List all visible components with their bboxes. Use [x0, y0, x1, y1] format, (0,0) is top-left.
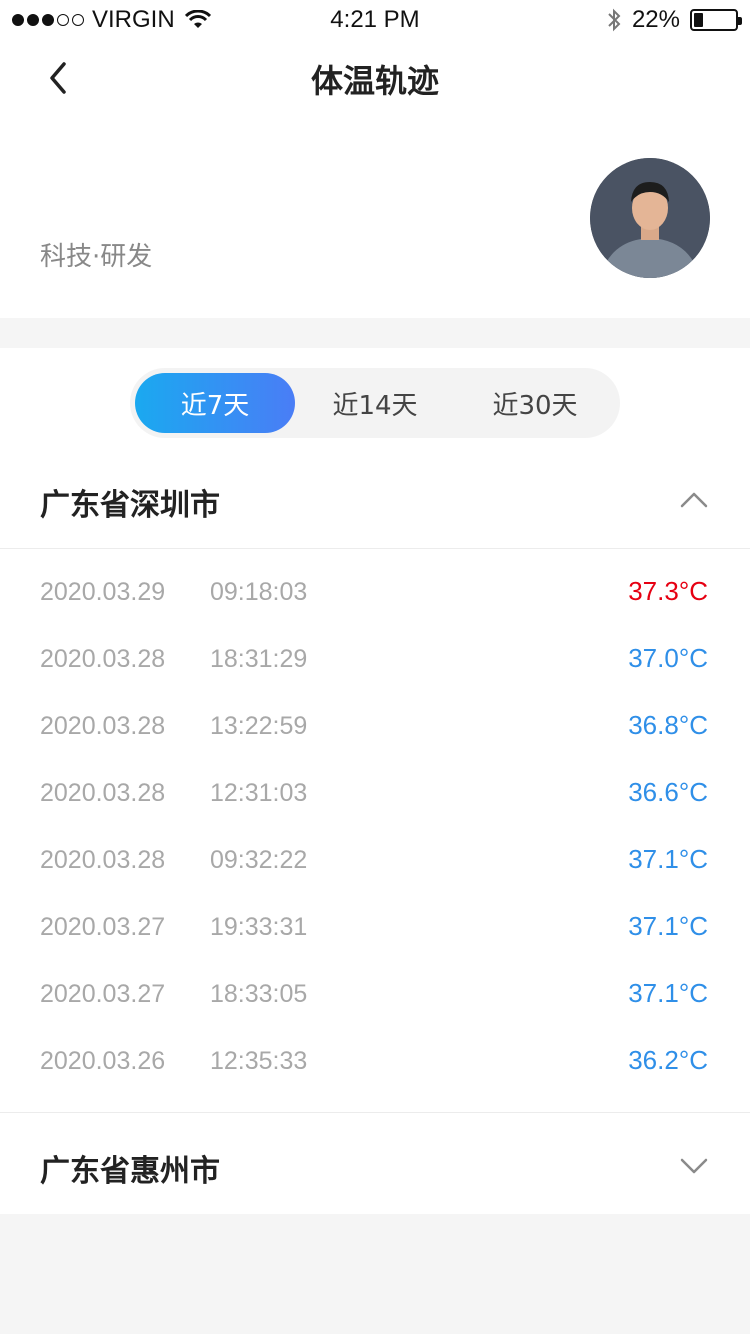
record-time: 13:22:59 — [210, 712, 308, 740]
group-title: 广东省深圳市 — [40, 488, 220, 523]
divider — [0, 1112, 750, 1113]
record-row: 2020.03.27 18:33:05 37.1°C — [0, 966, 750, 1032]
page-title: 体温轨迹 — [310, 62, 439, 100]
record-time: 12:35:33 — [210, 1047, 308, 1075]
record-date: 2020.03.28 — [40, 846, 166, 874]
tab-30-days[interactable]: 近30天 — [455, 373, 615, 433]
record-time: 12:31:03 — [210, 779, 308, 807]
group-title: 广东省惠州市 — [40, 1154, 220, 1189]
chevron-down-icon[interactable] — [674, 1146, 714, 1186]
record-date: 2020.03.28 — [40, 712, 166, 740]
record-row: 2020.03.28 09:32:22 37.1°C — [0, 832, 750, 898]
record-row: 2020.03.29 09:18:03 37.3°C — [0, 564, 750, 630]
tab-14-days[interactable]: 近14天 — [295, 373, 455, 433]
group-header-shenzhen[interactable]: 广东省深圳市 — [0, 454, 750, 544]
avatar-image — [590, 158, 710, 278]
avatar[interactable] — [590, 158, 710, 278]
record-time: 18:31:29 — [210, 645, 308, 673]
record-temp: 36.8°C — [628, 710, 708, 740]
record-time: 19:33:31 — [210, 913, 308, 941]
record-date: 2020.03.26 — [40, 1047, 166, 1075]
record-temp: 37.1°C — [628, 911, 708, 941]
battery-label: 22% — [631, 6, 680, 33]
record-time: 09:18:03 — [210, 578, 308, 606]
chevron-up-icon[interactable] — [674, 480, 714, 520]
profile-card: 科技·研发 — [0, 120, 750, 318]
record-temp: 37.0°C — [628, 643, 708, 673]
record-temp: 37.1°C — [628, 844, 708, 874]
record-date: 2020.03.27 — [40, 980, 166, 1008]
record-temp: 36.2°C — [628, 1045, 708, 1075]
record-temp: 37.1°C — [628, 978, 708, 1008]
record-temp: 37.3°C — [628, 576, 708, 606]
record-date: 2020.03.28 — [40, 779, 166, 807]
battery-fill — [694, 13, 703, 27]
tab-7-days[interactable]: 近7天 — [135, 373, 295, 433]
bluetooth-icon — [608, 8, 621, 32]
status-bar: VIRGIN 4:21 PM 22% — [0, 0, 750, 40]
record-date: 2020.03.29 — [40, 578, 166, 606]
divider — [0, 548, 750, 549]
record-time: 09:32:22 — [210, 846, 308, 874]
record-date: 2020.03.28 — [40, 645, 166, 673]
record-row: 2020.03.28 12:31:03 36.6°C — [0, 765, 750, 831]
profile-dept: 科技·研发 — [40, 242, 153, 272]
record-row: 2020.03.28 18:31:29 37.0°C — [0, 631, 750, 697]
record-temp: 36.6°C — [628, 777, 708, 807]
range-tabs: 近7天 近14天 近30天 — [130, 368, 620, 438]
content-panel: 近7天 近14天 近30天 广东省深圳市 2020.03.29 09:18:03… — [0, 348, 750, 1214]
record-row: 2020.03.27 19:33:31 37.1°C — [0, 899, 750, 965]
record-row: 2020.03.26 12:35:33 36.2°C — [0, 1033, 750, 1099]
battery-icon — [690, 9, 742, 31]
group-header-huizhou[interactable]: 广东省惠州市 — [0, 1120, 750, 1210]
record-row: 2020.03.28 13:22:59 36.8°C — [0, 698, 750, 764]
record-date: 2020.03.27 — [40, 913, 166, 941]
section-gap — [0, 318, 750, 348]
record-time: 18:33:05 — [210, 980, 308, 1008]
nav-bar: 体温轨迹 — [0, 40, 750, 120]
status-right: 22% — [606, 6, 742, 34]
